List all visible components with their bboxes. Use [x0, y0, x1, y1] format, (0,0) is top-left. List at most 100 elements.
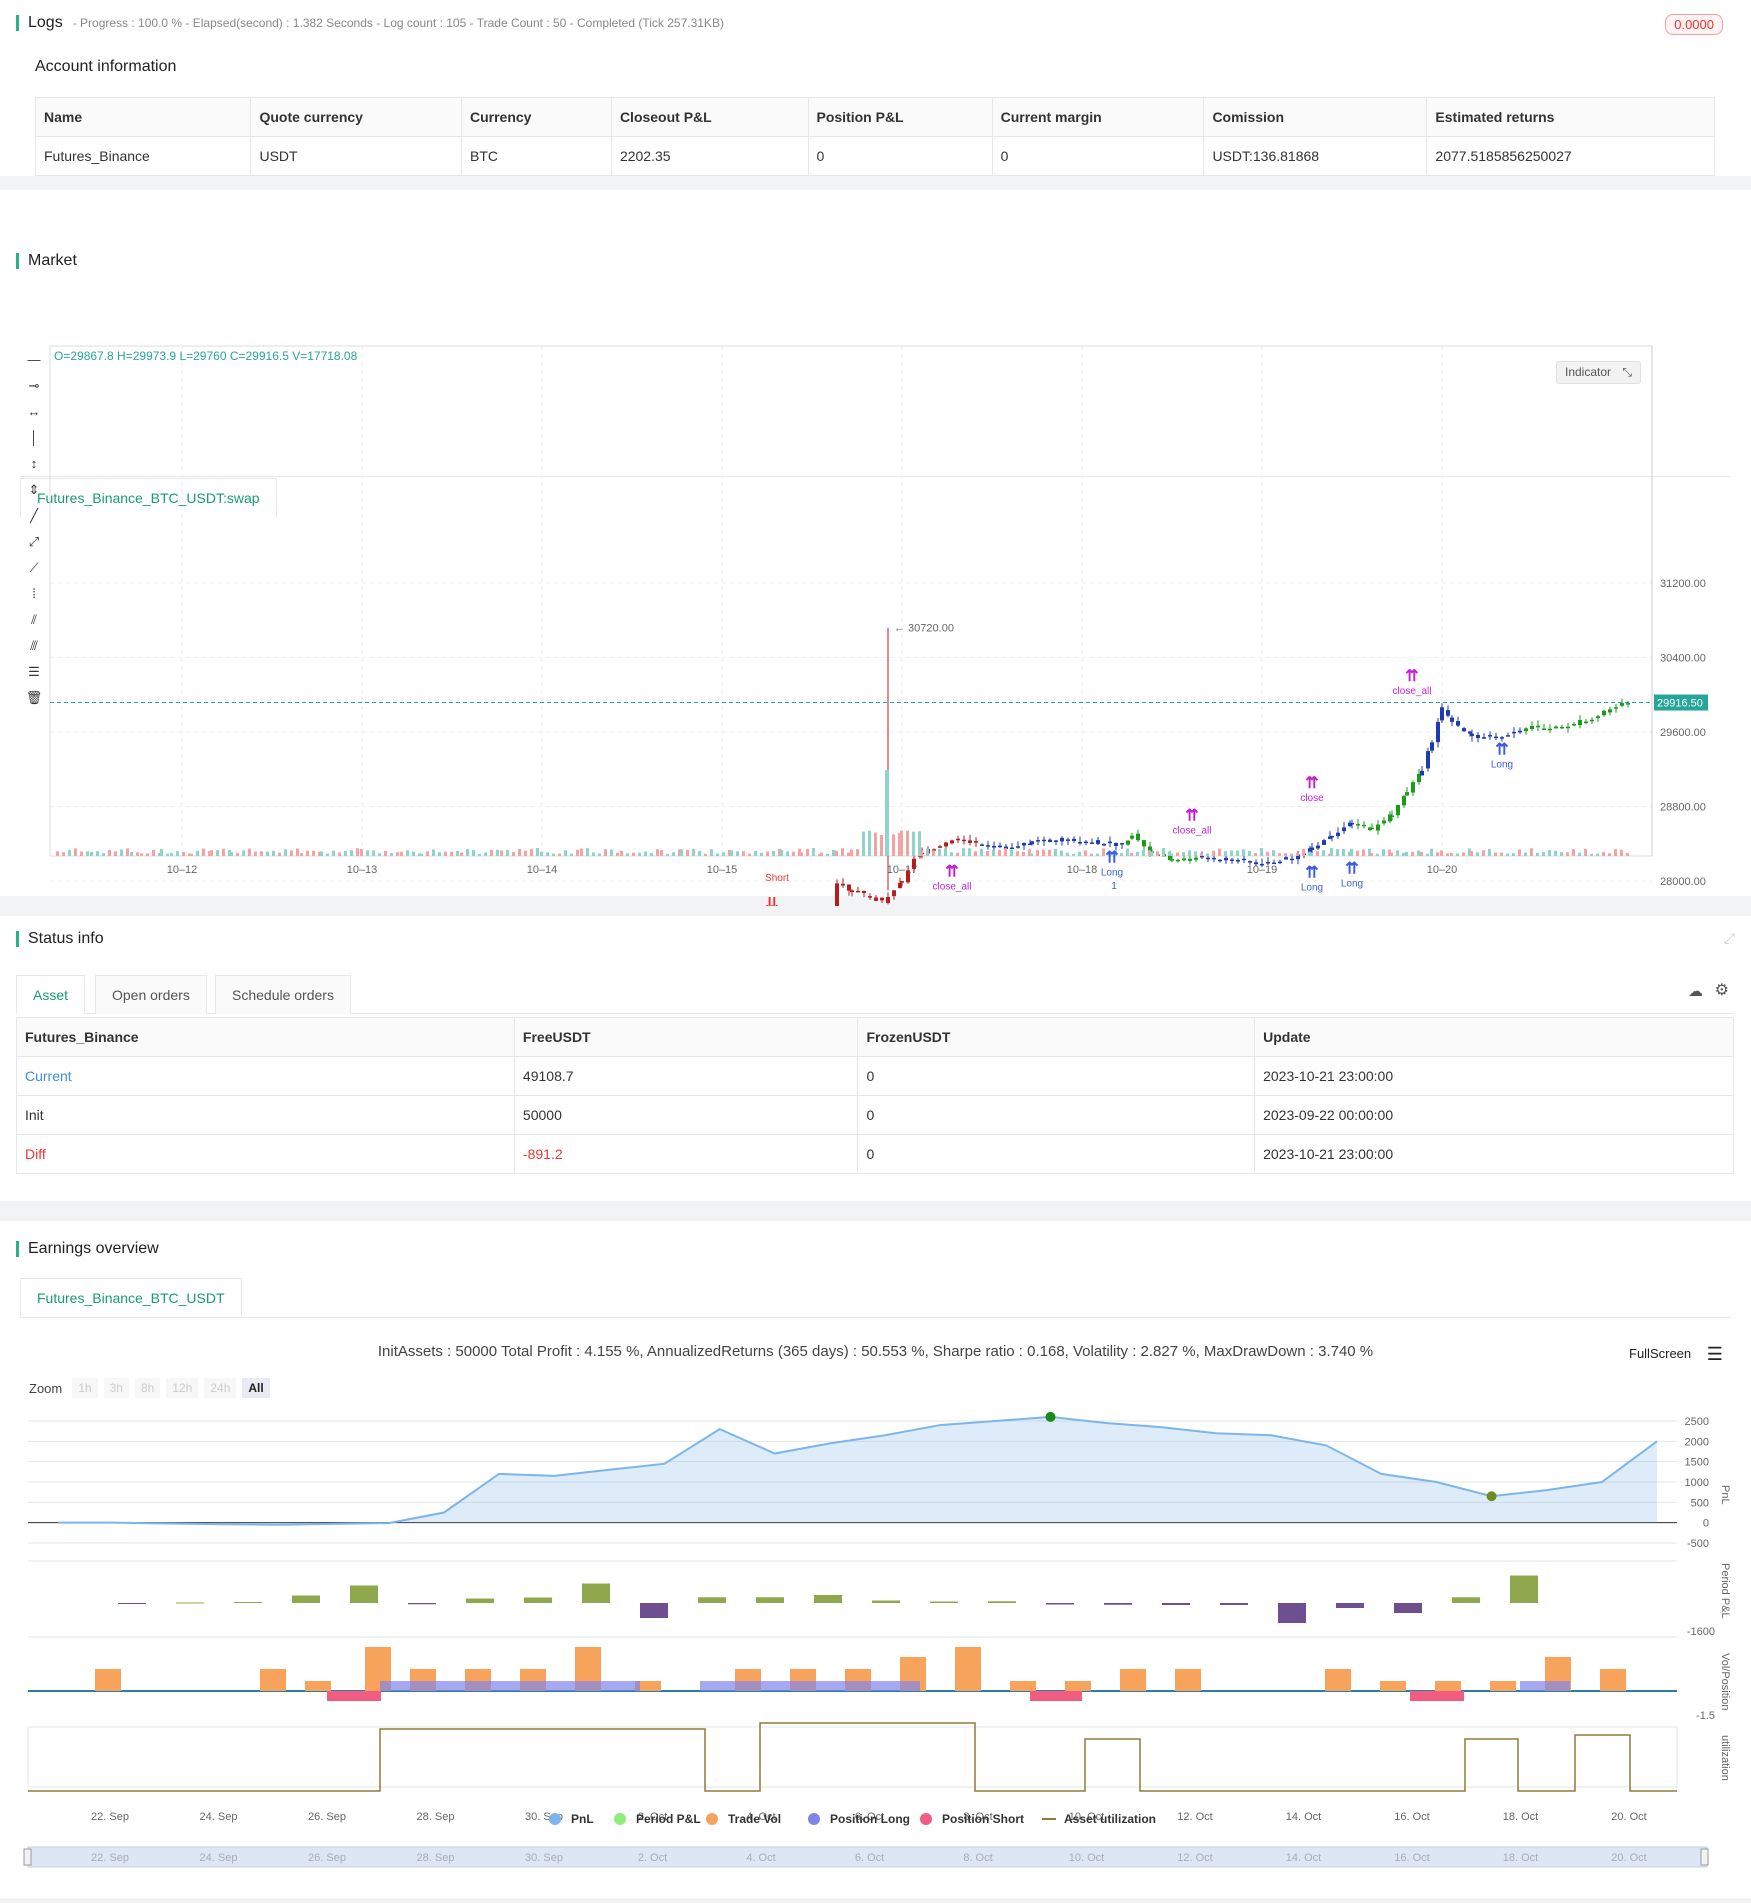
candle-body	[862, 890, 866, 894]
legend-item-label[interactable]: Position Long	[830, 1812, 910, 1826]
position-long-bar	[1520, 1681, 1570, 1691]
candle-body	[1506, 735, 1510, 737]
volume-bar	[1066, 852, 1069, 856]
fullscreen-button[interactable]: FullScreen ☰	[1629, 1344, 1723, 1365]
candle-body	[1084, 841, 1088, 844]
zoom-24h-button[interactable]: 24h	[204, 1378, 237, 1398]
earnings-symbol-tab[interactable]: Futures_Binance_BTC_USDT	[20, 1278, 242, 1317]
fib-icon[interactable]: ⁞	[32, 586, 36, 601]
zoom-12h-button[interactable]: 12h	[166, 1378, 199, 1398]
candle-body	[1278, 861, 1282, 864]
volume-bar	[680, 849, 683, 856]
zoom-1h-button[interactable]: 1h	[72, 1378, 98, 1398]
navigator-tick-label: 18. Oct	[1503, 1852, 1538, 1864]
volume-bar	[190, 853, 193, 856]
candle-body	[1090, 842, 1094, 844]
candle-body	[950, 840, 954, 844]
pitchfork-icon[interactable]: ⫻	[30, 638, 38, 653]
candle-body	[880, 897, 884, 901]
tab-asset[interactable]: Asset	[16, 975, 86, 1014]
volume-bar	[242, 850, 245, 856]
pnl-tick-label: -500	[1687, 1538, 1709, 1550]
volume-bar	[598, 853, 601, 856]
candle-body	[1114, 842, 1118, 847]
volume-bar	[1048, 849, 1051, 856]
candle-body	[1462, 728, 1466, 732]
legend-swatch	[920, 1813, 932, 1825]
legend-item-label[interactable]: Period P&L	[636, 1812, 701, 1826]
legend-item-label[interactable]: Position Short	[942, 1812, 1024, 1826]
candle-body	[1016, 846, 1020, 848]
cloud-download-icon[interactable]: ☁	[1688, 982, 1703, 1000]
zoom-8h-button[interactable]: 8h	[134, 1378, 161, 1398]
volume-bar	[400, 851, 403, 856]
volume-bar	[644, 851, 647, 856]
horizontal-line-icon[interactable]: —	[28, 352, 41, 367]
legend-item-label[interactable]: Trade Vol	[728, 1812, 781, 1826]
pnl-tick-label: 1000	[1685, 1477, 1709, 1489]
trade-marker-arrow: ⇊	[765, 896, 778, 906]
volume-bar	[412, 851, 415, 856]
layers-icon[interactable]: ☰	[28, 664, 40, 679]
volume-bar	[420, 853, 423, 856]
candle-body	[1042, 839, 1046, 842]
candle-body	[1272, 862, 1276, 865]
trend-line-icon[interactable]: ╱	[29, 507, 39, 524]
table-cell: 2023-10-21 23:00:00	[1254, 1134, 1734, 1174]
table-cell: 49108.7	[513, 1056, 859, 1096]
volume-bar	[1450, 853, 1453, 856]
trade-marker-arrow: ⇈	[1305, 775, 1318, 792]
trade-marker-arrow: ⇈	[1105, 849, 1118, 866]
candle-body	[1206, 857, 1210, 860]
period-pnl-bar	[118, 1603, 146, 1604]
zoom-All-button[interactable]: All	[242, 1378, 270, 1398]
collapse-icon[interactable]: ⤡	[1622, 365, 1632, 379]
period-pnl-bar	[1510, 1575, 1538, 1603]
parallel-channel-icon[interactable]: ⫽	[30, 612, 37, 627]
trend-segment-icon[interactable]: ⟋	[29, 560, 39, 575]
volume-bar	[1554, 850, 1557, 856]
volume-bar	[426, 851, 429, 856]
tab-schedule-orders[interactable]: Schedule orders	[215, 975, 351, 1014]
volume-bar	[500, 850, 503, 856]
indicator-button[interactable]: Indicator ⤡	[1556, 361, 1641, 384]
legend-item-label[interactable]: Asset utilization	[1064, 1812, 1156, 1826]
navigator-left-handle[interactable]	[23, 1848, 32, 1866]
volume-bar	[766, 851, 769, 856]
volume-bar	[1284, 853, 1287, 856]
trash-icon[interactable]: 🗑	[26, 690, 43, 705]
expand-icon[interactable]: ⤢	[1724, 930, 1735, 947]
zoom-3h-button[interactable]: 3h	[103, 1378, 129, 1398]
gear-icon[interactable]: ⚙	[1715, 980, 1729, 1000]
pnl-tick-label: 500	[1691, 1497, 1709, 1509]
navigator-right-handle[interactable]	[1700, 1848, 1709, 1866]
candle-body	[974, 841, 978, 843]
navigator-tick-label: 16. Oct	[1394, 1852, 1429, 1864]
x-tick-label: 26. Sep	[308, 1811, 346, 1823]
period-pnl-bar	[466, 1598, 494, 1603]
period-pnl-bar	[582, 1583, 610, 1603]
candle-body	[850, 890, 854, 893]
volume-bar	[892, 834, 895, 856]
volume-bar	[90, 851, 93, 856]
horizontal-segment-icon[interactable]: ↔	[28, 404, 41, 419]
candle-body	[1500, 737, 1504, 739]
volume-bar	[812, 848, 815, 856]
trade-marker-arrow: ⇈	[1495, 741, 1508, 758]
vertical-segment-icon[interactable]: ⇕	[29, 482, 40, 497]
menu-icon[interactable]: ☰	[1707, 1344, 1723, 1364]
x-tick-label: 10–13	[347, 864, 378, 876]
candle-body	[1126, 840, 1130, 845]
trade-marker-arrow: ⇈	[945, 863, 958, 880]
horizontal-ray-icon[interactable]: ⊸	[29, 378, 40, 393]
trade-marker-label: Short	[765, 873, 789, 884]
volume-bar	[730, 850, 733, 856]
vertical-line-icon[interactable]: │	[30, 430, 38, 446]
legend-item-label[interactable]: PnL	[571, 1812, 594, 1826]
vertical-ray-icon[interactable]: ↕	[31, 456, 38, 471]
candle-body	[1350, 822, 1354, 825]
volume-bar	[1162, 848, 1165, 856]
trade-marker-label: 1	[1111, 881, 1117, 892]
tab-open-orders[interactable]: Open orders	[95, 975, 207, 1014]
trend-ray-icon[interactable]: ⤢	[29, 534, 39, 549]
